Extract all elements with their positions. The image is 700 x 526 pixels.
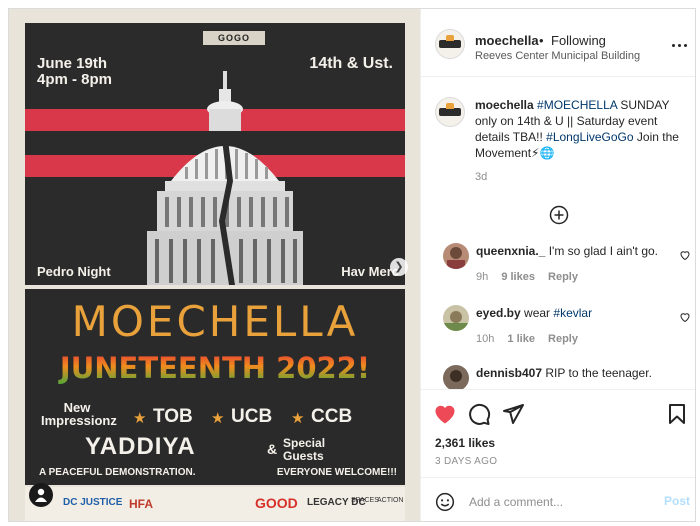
avatar[interactable] bbox=[435, 97, 465, 127]
share-icon[interactable] bbox=[501, 402, 525, 426]
poster-lower-panel: MOECHELLA JUNETEENTH 2022! New Impressio… bbox=[25, 289, 405, 485]
comment-username[interactable]: queenxnia._ bbox=[476, 244, 545, 258]
hashtag-link[interactable]: #LongLiveGoGo bbox=[546, 130, 633, 144]
avatar[interactable] bbox=[443, 305, 469, 331]
save-bookmark-icon[interactable] bbox=[665, 402, 689, 426]
comment-item: eyed.by wear #kevlar 10h 1 like Reply bbox=[421, 305, 695, 365]
reply-button[interactable]: Reply bbox=[548, 333, 578, 345]
poster-ampersand: & bbox=[267, 441, 278, 457]
post-media[interactable]: GOGO June 19th 4pm - 8pm 14th & Ust. Ped… bbox=[9, 9, 420, 521]
poster-tagline-right: EVERYONE WELCOME!!! bbox=[276, 467, 397, 478]
poster-tagline-left: A PEACEFUL DEMONSTRATION. bbox=[39, 467, 196, 478]
hashtag-link[interactable]: #MOECHELLA bbox=[537, 98, 617, 112]
comment-item: queenxnia._ I'm so glad I ain't go. 9h 9… bbox=[421, 243, 695, 303]
post-header: moechella • Following Reeves Center Muni… bbox=[421, 9, 695, 77]
poster-upper-panel: GOGO June 19th 4pm - 8pm 14th & Ust. Ped… bbox=[25, 23, 405, 285]
avatar[interactable] bbox=[435, 29, 465, 59]
capitol-dome-image bbox=[147, 71, 303, 285]
avatar[interactable] bbox=[443, 243, 469, 269]
comment-body: wear bbox=[524, 306, 554, 320]
like-count[interactable]: 2,361 likes bbox=[435, 436, 495, 450]
caption-emoji: ⚡🌐 bbox=[531, 146, 555, 160]
star-icon: ★ bbox=[291, 410, 305, 427]
comment-username[interactable]: dennisb407 bbox=[476, 366, 542, 380]
poster-headliner: YADDIYA bbox=[85, 433, 196, 460]
poster-venue: 14th & Ust. bbox=[309, 55, 393, 72]
comment-text: queenxnia._ I'm so glad I ain't go. bbox=[476, 244, 676, 259]
act-new-impressionz: New Impressionz bbox=[41, 400, 117, 428]
comment-time[interactable]: 9h bbox=[476, 271, 488, 283]
post-caption: moechella #MOECHELLA SUNDAY only on 14th… bbox=[421, 85, 695, 235]
sponsor-logo: DC JUSTICE bbox=[63, 497, 123, 508]
like-heart-icon[interactable] bbox=[433, 402, 457, 426]
caption-timestamp[interactable]: 3d bbox=[475, 171, 487, 183]
poster-special-guests: Special Guests bbox=[283, 436, 326, 463]
location-link[interactable]: Reeves Center Municipal Building bbox=[475, 50, 640, 62]
caption-text: moechella #MOECHELLA SUNDAY only on 14th… bbox=[475, 97, 681, 161]
comment-body: RIP to the teenager. bbox=[545, 366, 652, 380]
tagged-users-button[interactable] bbox=[29, 483, 53, 507]
more-options-icon[interactable] bbox=[670, 39, 690, 53]
post-actions: 2,361 likes 3 DAYS AGO bbox=[421, 389, 695, 487]
star-icon: ★ bbox=[211, 410, 225, 427]
poster-time: 4pm - 8pm bbox=[37, 71, 113, 88]
poster-date: June 19th bbox=[37, 55, 108, 72]
act-ucb: UCB bbox=[231, 406, 273, 427]
hashtag-link[interactable]: #kevlar bbox=[553, 306, 592, 320]
post-side-panel: moechella • Following Reeves Center Muni… bbox=[420, 9, 695, 521]
comment-time[interactable]: 10h bbox=[476, 333, 494, 345]
following-button[interactable]: Following bbox=[551, 33, 606, 48]
emoji-icon[interactable] bbox=[435, 492, 455, 512]
sponsor-logo: HFA bbox=[129, 497, 153, 511]
comment-text: eyed.by wear #kevlar bbox=[476, 306, 676, 321]
poster-left-label: Pedro Night bbox=[37, 264, 111, 279]
header-username[interactable]: moechella bbox=[475, 33, 539, 48]
post-date[interactable]: 3 DAYS AGO bbox=[435, 456, 497, 467]
sponsor-logo: SPACES bbox=[351, 497, 379, 504]
carousel-next-button[interactable]: ❯ bbox=[390, 258, 408, 276]
sponsor-logo: GOOD bbox=[255, 495, 298, 511]
act-ccb: CCB bbox=[311, 406, 353, 427]
poster-sponsors: DC JUSTICE HFA GOOD LEGACY DC SPACES ACT… bbox=[25, 487, 405, 521]
poster-subtitle: JUNETEENTH 2022! bbox=[25, 351, 405, 385]
comment-likes[interactable]: 1 like bbox=[507, 333, 535, 345]
reply-button[interactable]: Reply bbox=[548, 271, 578, 283]
comment-meta: 9h 9 likes Reply bbox=[476, 271, 588, 283]
chevron-right-icon: ❯ bbox=[394, 261, 404, 273]
avatar[interactable] bbox=[443, 365, 469, 391]
comment-likes[interactable]: 9 likes bbox=[501, 271, 535, 283]
heart-icon[interactable] bbox=[679, 249, 691, 261]
comment-text: dennisb407 RIP to the teenager. bbox=[476, 366, 676, 381]
user-icon bbox=[35, 488, 47, 502]
comment-composer: Post bbox=[421, 477, 695, 521]
comment-meta: 10h 1 like Reply bbox=[476, 333, 588, 345]
poster-brand: GOGO bbox=[203, 31, 265, 45]
sponsor-logo: ACTION bbox=[377, 497, 404, 504]
comment-username[interactable]: eyed.by bbox=[476, 306, 521, 320]
post-comment-button[interactable]: Post bbox=[664, 494, 690, 508]
act-tob: TOB bbox=[153, 406, 193, 427]
comment-input[interactable] bbox=[469, 491, 649, 513]
poster-title: MOECHELLA bbox=[71, 297, 359, 346]
comment-icon[interactable] bbox=[467, 402, 491, 426]
load-more-comments-icon[interactable] bbox=[549, 205, 569, 225]
star-icon: ★ bbox=[133, 410, 147, 427]
comment-body: I'm so glad I ain't go. bbox=[548, 244, 659, 258]
post-dialog: GOGO June 19th 4pm - 8pm 14th & Ust. Ped… bbox=[8, 8, 696, 522]
caption-username[interactable]: moechella bbox=[475, 98, 534, 112]
separator-dot: • bbox=[539, 33, 544, 48]
heart-icon[interactable] bbox=[679, 311, 691, 323]
